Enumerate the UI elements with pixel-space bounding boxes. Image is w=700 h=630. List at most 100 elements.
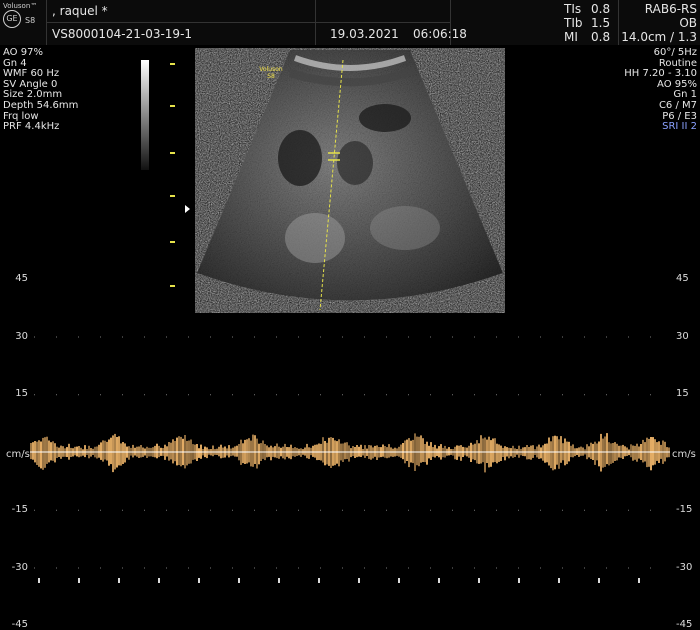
spectrum-column [352,446,354,457]
spectrum-column [490,440,492,467]
spectrum-column [486,439,488,463]
spectrum-column [84,445,86,458]
spectrum-column [330,437,332,468]
grid-dot [188,567,189,569]
spectrum-column [166,446,168,457]
time-tick [478,578,480,583]
grid-dot [320,509,321,511]
grid-dot [474,567,475,569]
grid-dot [386,567,387,569]
exam-time: 06:06:18 [413,27,467,41]
time-tick [38,578,40,583]
spectrum-column [334,440,336,466]
spectrum-column [650,437,652,471]
time-tick [318,578,320,583]
spectrum-column [408,438,410,468]
grid-dot [430,336,431,338]
grid-dot [518,509,519,511]
index-tis-label: TIs [564,2,582,16]
spectrum-column [382,444,384,457]
grid-dot [452,336,453,338]
grid-dot [166,336,167,338]
unit-label-left: cm/s [6,449,30,460]
spectrum-column [350,448,352,458]
patient-name: , raquel * [52,4,108,18]
spectrum-column [556,436,558,465]
spectrum-column [540,447,542,459]
spectrum-column [634,445,636,460]
grid-dot [298,336,299,338]
grid-dot [364,394,365,396]
grid-dot [100,336,101,338]
spectrum-column [206,447,208,459]
spectrum-column [172,439,174,464]
grid-dot [430,567,431,569]
spectrum-column [642,439,644,463]
probe-name: RAB6-RS [644,2,697,16]
spectrum-column [174,441,176,462]
spectrum-column [344,442,346,460]
spectrum-column [508,447,510,459]
spectrum-column [460,445,462,461]
grid-dot [210,567,211,569]
grid-dot [276,394,277,396]
spectrum-column [480,435,482,464]
image-label-line1: Voluson [259,66,283,73]
grid-dot [342,567,343,569]
grid-dot [320,394,321,396]
spectrum-column [346,442,348,459]
param-sri: SRI II 2 [662,121,697,133]
spectrum-column [278,446,280,459]
spectrum-column [186,440,188,466]
time-axis-ticks [38,578,640,583]
spectrum-column [530,445,532,460]
spectrum-column [308,447,310,459]
index-tib-label: TIb [564,16,583,30]
spectrum-column [248,438,250,463]
image-label: Voluson S8 [258,66,284,80]
grid-dot [628,509,629,511]
spectrum-column [424,444,426,463]
spectrum-column [228,445,230,458]
velocity-tick-left: 30 [15,330,28,342]
time-tick [558,578,560,583]
spectrum-column [314,444,316,458]
exam-date: 19.03.2021 [330,27,399,41]
grid-dot [232,509,233,511]
image-label-line2: S8 [267,73,275,80]
left-parameters: AO 97% Gn 4 WMF 60 Hz SV Angle 0 Size 2.… [3,47,79,133]
grid-dot [562,336,563,338]
spectrum-column [256,438,258,469]
spectrum-column [402,443,404,460]
application-name: OB [679,16,697,30]
spectrum-column [156,443,158,459]
spectrum-column [124,443,126,463]
param-depth: Depth 54.6mm [3,99,79,111]
grid-dot [232,567,233,569]
spectrum-column [40,441,42,469]
grid-dot [34,567,35,569]
spectrum-column [64,448,66,457]
spectrum-column [262,440,264,459]
spectrum-column [494,438,496,462]
spectrum-column [36,441,38,465]
spectrum-column [112,435,114,473]
grid-dot [628,394,629,396]
grid-dot [474,394,475,396]
spectrum-column [434,444,436,458]
grid-dot [320,567,321,569]
spectrum-column [106,441,108,461]
grid-dot [78,567,79,569]
grid-dot [78,336,79,338]
grid-dot [364,509,365,511]
grid-dot [496,394,497,396]
spectrum-column [498,444,500,462]
spectrum-column [246,439,248,464]
spectrum-column [492,438,494,463]
grid-dot [254,509,255,511]
grid-dot [606,394,607,396]
grid-dot [584,394,585,396]
spectrum-column [558,439,560,469]
spectrum-column [514,448,516,457]
spectrum-column [342,443,344,462]
